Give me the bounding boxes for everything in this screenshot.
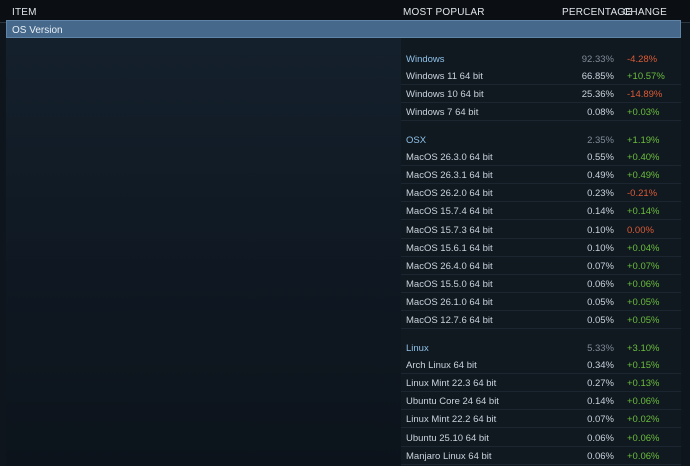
change-value: +0.05% [627, 296, 660, 308]
percentage-value: 0.10% [587, 224, 614, 236]
os-name: Manjaro Linux 64 bit [406, 450, 492, 462]
percentage-value: 0.05% [587, 315, 614, 326]
change-value: +0.15% [627, 360, 660, 372]
table-row[interactable]: MacOS 15.7.4 64 bit 0.14% +0.14% [401, 202, 681, 221]
percentage-value: 25.36% [581, 89, 614, 101]
change-value: +0.06% [627, 278, 660, 290]
percentage-value: 92.33% [581, 54, 614, 65]
os-name: Windows 11 64 bit [406, 71, 483, 83]
percentage-value: 0.07% [587, 260, 614, 272]
change-value: +0.06% [627, 450, 660, 462]
percentage-value: 0.27% [587, 378, 614, 390]
change-value: +0.06% [627, 396, 660, 408]
table-row[interactable]: Ubuntu Core 24 64 bit 0.14% +0.06% [401, 392, 681, 411]
os-name: Linux Mint 22.3 64 bit [406, 378, 497, 390]
column-header-change[interactable]: CHANGE [623, 7, 667, 18]
change-value: +0.05% [627, 315, 660, 326]
percentage-value: 0.08% [587, 107, 614, 119]
table-row[interactable]: Windows 11 64 bit 66.85% +10.57% [401, 67, 681, 86]
change-value: +0.14% [627, 206, 660, 218]
percentage-value: 0.34% [587, 360, 614, 372]
os-name: MacOS 26.4.0 64 bit [406, 260, 493, 272]
os-name: Windows 7 64 bit [406, 107, 479, 119]
os-name: MacOS 15.7.3 64 bit [406, 224, 493, 236]
percentage-value: 2.35% [587, 135, 614, 146]
change-value: +0.03% [627, 107, 660, 119]
change-value: +10.57% [627, 71, 665, 83]
section-os-version[interactable]: OS Version [6, 20, 681, 38]
table-row[interactable]: MacOS 15.6.1 64 bit 0.10% +0.04% [401, 239, 681, 257]
change-value: -4.28% [627, 54, 658, 65]
change-value: +0.04% [627, 242, 660, 254]
section-title: OS Version [12, 25, 63, 36]
column-header-most-popular[interactable]: MOST POPULAR [403, 7, 485, 18]
os-name: Ubuntu 25.10 64 bit [406, 432, 489, 444]
column-header-percentage[interactable]: PERCENTAGE [562, 7, 632, 18]
group-name: Windows [406, 54, 445, 65]
table-row[interactable]: MacOS 26.2.0 64 bit 0.23% -0.21% [401, 184, 681, 203]
percentage-value: 66.85% [581, 71, 614, 83]
os-name: MacOS 12.7.6 64 bit [406, 315, 493, 326]
percentage-value: 5.33% [587, 343, 614, 354]
percentage-value: 0.06% [587, 432, 614, 444]
change-value: +0.49% [627, 170, 660, 182]
change-value: +1.19% [627, 135, 660, 146]
table-row[interactable]: MacOS 15.5.0 64 bit 0.06% +0.06% [401, 275, 681, 293]
table-row[interactable]: MacOS 26.1.0 64 bit 0.05% +0.05% [401, 293, 681, 311]
os-name: MacOS 26.3.1 64 bit [406, 170, 493, 182]
change-value: +0.02% [627, 414, 660, 426]
percentage-value: 0.07% [587, 414, 614, 426]
table-row[interactable]: MacOS 26.3.0 64 bit 0.55% +0.40% [401, 148, 681, 167]
table-row[interactable]: Linux Mint 22.3 64 bit 0.27% +0.13% [401, 374, 681, 393]
percentage-value: 0.23% [587, 188, 614, 200]
group-header[interactable]: Windows 92.33% -4.28% [401, 50, 681, 68]
os-name: Ubuntu Core 24 64 bit [406, 396, 499, 408]
table-row[interactable]: MacOS 26.3.1 64 bit 0.49% +0.49% [401, 166, 681, 185]
os-name: MacOS 26.3.0 64 bit [406, 152, 493, 164]
change-value: -0.21% [627, 188, 658, 200]
table-row[interactable]: Windows 7 64 bit 0.08% +0.03% [401, 103, 681, 122]
os-name: MacOS 26.1.0 64 bit [406, 296, 493, 308]
change-value: +3.10% [627, 343, 660, 354]
os-name: Arch Linux 64 bit [406, 360, 477, 372]
change-value: 0.00% [627, 224, 654, 236]
table-row[interactable]: Windows 10 64 bit 25.36% -14.89% [401, 85, 681, 104]
os-name: MacOS 15.7.4 64 bit [406, 206, 493, 218]
table-row[interactable]: Arch Linux 64 bit 0.34% +0.15% [401, 356, 681, 375]
percentage-value: 0.10% [587, 242, 614, 254]
percentage-value: 0.06% [587, 278, 614, 290]
table-row[interactable]: Manjaro Linux 64 bit 0.06% +0.06% [401, 447, 681, 465]
percentage-value: 0.55% [587, 152, 614, 164]
group-header[interactable]: Linux 5.33% +3.10% [401, 339, 681, 357]
group-name: Linux [406, 343, 429, 354]
os-name: Linux Mint 22.2 64 bit [406, 414, 497, 426]
percentage-value: 0.14% [587, 396, 614, 408]
os-name: Windows 10 64 bit [406, 89, 484, 101]
change-value: +0.13% [627, 378, 660, 390]
group-name: OSX [406, 135, 427, 146]
table-row[interactable]: Linux Mint 22.2 64 bit 0.07% +0.02% [401, 410, 681, 429]
os-name: MacOS 26.2.0 64 bit [406, 188, 493, 200]
percentage-value: 0.49% [587, 170, 614, 182]
percentage-value: 0.05% [587, 296, 614, 308]
os-name: MacOS 15.6.1 64 bit [406, 242, 493, 254]
table-row[interactable]: MacOS 15.7.3 64 bit 0.10% 0.00% [401, 221, 681, 239]
column-header-item[interactable]: ITEM [12, 7, 37, 18]
percentage-value: 0.06% [587, 450, 614, 462]
group-header[interactable]: OSX 2.35% +1.19% [401, 131, 681, 149]
table-row[interactable]: MacOS 26.4.0 64 bit 0.07% +0.07% [401, 257, 681, 275]
change-value: +0.07% [627, 260, 660, 272]
item-panel [6, 38, 401, 466]
change-value: -14.89% [627, 89, 663, 101]
table-row[interactable]: MacOS 12.7.6 64 bit 0.05% +0.05% [401, 311, 681, 329]
os-name: MacOS 15.5.0 64 bit [406, 278, 493, 290]
percentage-value: 0.14% [587, 206, 614, 218]
change-value: +0.06% [627, 432, 660, 444]
table-row[interactable]: Ubuntu 25.10 64 bit 0.06% +0.06% [401, 429, 681, 447]
change-value: +0.40% [627, 152, 660, 164]
